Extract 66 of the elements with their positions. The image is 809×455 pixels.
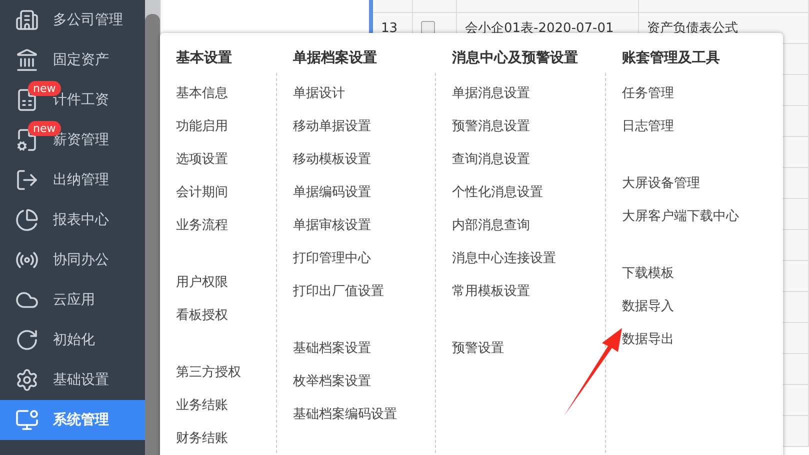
menu-link[interactable]: 日志管理 — [622, 109, 674, 142]
menu-link[interactable]: 数据导入 — [622, 289, 674, 322]
sidebar-item-label: 多公司管理 — [53, 11, 123, 29]
sidebar-item[interactable]: 基础设置 — [0, 360, 145, 400]
menu-link[interactable]: 常用模板设置 — [452, 274, 530, 307]
menu-link[interactable]: 打印管理中心 — [293, 241, 371, 274]
new-badge: new — [28, 81, 61, 96]
menu-link[interactable]: 功能启用 — [176, 109, 228, 142]
menu-link[interactable]: 任务管理 — [622, 76, 674, 109]
sidebar-item[interactable]: 系统管理 — [0, 400, 145, 440]
menu-link[interactable]: 业务流程 — [176, 208, 228, 241]
menu-link[interactable]: 基础档案设置 — [293, 331, 371, 364]
sidebar-item-label: 报表中心 — [53, 211, 109, 229]
sidebar-item[interactable]: 固定资产 — [0, 40, 145, 80]
scrollbar[interactable] — [145, 0, 160, 455]
menu-column-heading: 单据档案设置 — [293, 48, 378, 68]
menu-link[interactable]: 消息中心连接设置 — [452, 241, 556, 274]
menu-item-icon — [15, 48, 39, 72]
sidebar-item[interactable]: 报表中心 — [0, 200, 145, 240]
sidebar-item[interactable]: 初始化 — [0, 320, 145, 360]
menu-link[interactable]: 看板授权 — [176, 298, 228, 331]
menu-column-heading: 基本设置 — [176, 49, 233, 68]
menu-link[interactable]: 移动单据设置 — [293, 109, 371, 142]
menu-item-icon — [15, 328, 39, 352]
menu-link[interactable]: 大屏客户端下载中心 — [622, 199, 739, 232]
menu-link[interactable]: 单据消息设置 — [452, 76, 530, 109]
menu-link[interactable]: 用户权限 — [176, 265, 228, 298]
menu-link[interactable]: 查询消息设置 — [452, 142, 530, 175]
menu-column-heading: 消息中心及预警设置 — [452, 48, 579, 68]
sidebar-item-label: 出纳管理 — [53, 171, 109, 189]
menu-link[interactable]: 个性化消息设置 — [452, 175, 543, 208]
sidebar-item[interactable]: 多公司管理 — [0, 0, 145, 40]
sidebar-item-label: 初始化 — [53, 331, 95, 349]
menu-link[interactable]: 业务结账 — [176, 388, 228, 421]
menu-link[interactable]: 单据设计 — [293, 76, 345, 109]
sidebar-item-label: 协同办公 — [53, 251, 109, 269]
menu-link[interactable]: 预警设置 — [452, 331, 504, 364]
menu-link[interactable]: 基本信息 — [176, 76, 228, 109]
sidebar-item-label: 系统管理 — [53, 411, 109, 429]
sidebar-item[interactable]: 云应用 — [0, 280, 145, 320]
menu-link[interactable]: 内部消息查询 — [452, 208, 530, 241]
menu-column-heading: 账套管理及工具 — [622, 49, 721, 68]
menu-item-icon — [15, 208, 39, 232]
sidebar-item-label: 基础设置 — [53, 371, 109, 389]
sidebar-item-label: 固定资产 — [53, 51, 109, 69]
menu-link[interactable]: 财务结账 — [176, 421, 228, 454]
menu-link[interactable]: 单据审核设置 — [293, 208, 371, 241]
menu-link[interactable]: 移动模板设置 — [293, 142, 371, 175]
menu-link[interactable]: 选项设置 — [176, 142, 228, 175]
menu-link[interactable]: 第三方授权 — [176, 355, 241, 388]
menu-link[interactable]: 预警消息设置 — [452, 109, 530, 142]
sidebar-item-label: 云应用 — [53, 291, 95, 309]
menu-link[interactable]: 枚举档案设置 — [293, 364, 371, 397]
menu-link[interactable]: 数据导出 — [622, 322, 674, 355]
sidebar-item[interactable]: 协同办公 — [0, 240, 145, 280]
menu-link[interactable]: 单据编码设置 — [293, 175, 371, 208]
menu-item-icon — [15, 368, 39, 392]
menu-link[interactable]: 基础档案编码设置 — [293, 397, 397, 430]
menu-link[interactable]: 打印出厂值设置 — [293, 274, 384, 307]
menu-item-icon — [15, 8, 39, 32]
menu-link[interactable]: 下载模板 — [622, 256, 674, 289]
sidebar-item[interactable]: 出纳管理 — [0, 160, 145, 200]
menu-item-icon — [15, 168, 39, 192]
menu-link[interactable]: 会计期间 — [176, 175, 228, 208]
menu-item-icon — [15, 408, 39, 432]
menu-link[interactable]: 大屏设备管理 — [622, 166, 700, 199]
